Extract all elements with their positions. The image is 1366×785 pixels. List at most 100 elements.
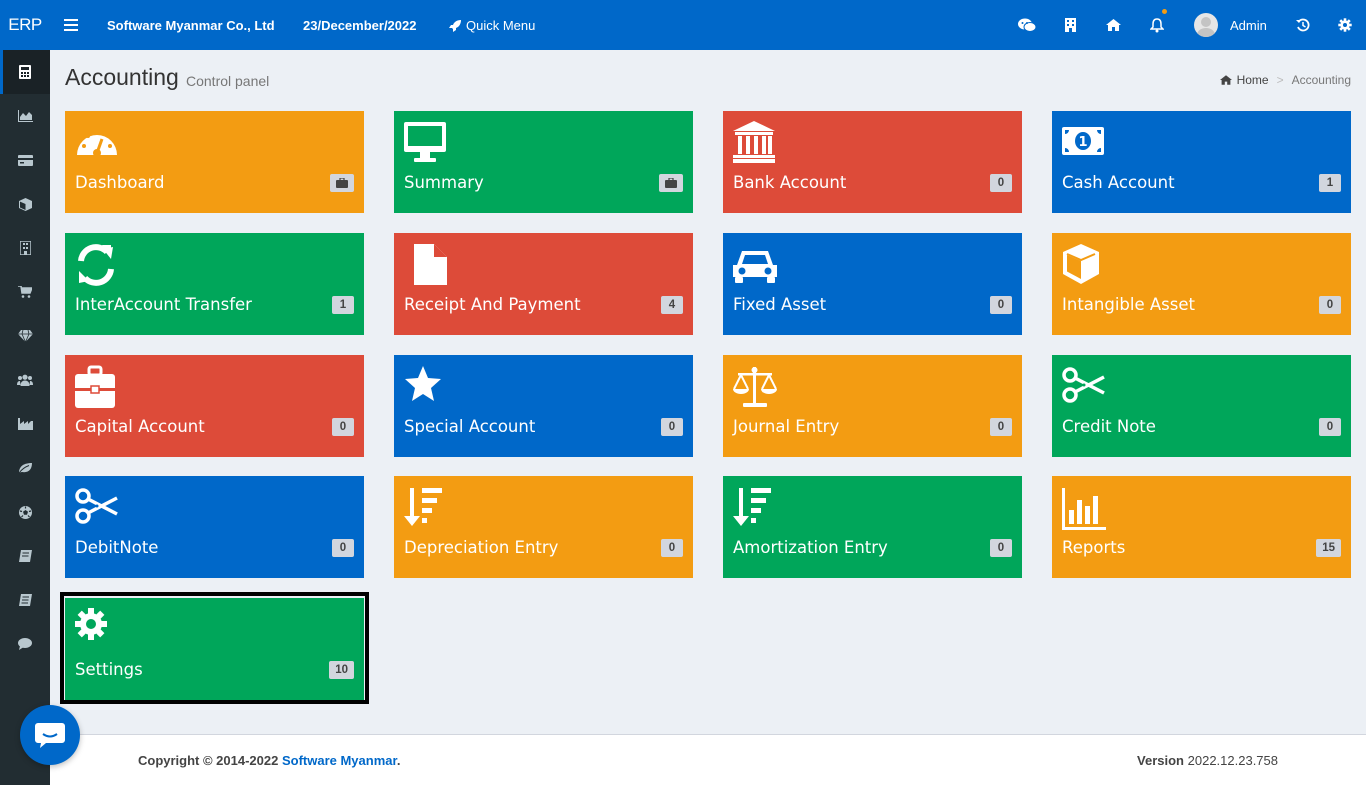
building-icon	[19, 241, 31, 255]
breadcrumb-separator: >	[1276, 73, 1284, 87]
svg-text:1: 1	[1078, 135, 1087, 150]
sidebar-item-accounting[interactable]	[0, 50, 50, 94]
sidebar-item-payments[interactable]	[0, 138, 50, 182]
tile-credit-note[interactable]: Credit Note 0	[1052, 355, 1351, 457]
tile-summary[interactable]: Summary	[394, 111, 693, 213]
comment-icon	[18, 638, 32, 650]
sidebar-item-ledger[interactable]	[0, 534, 50, 578]
copyright: Copyright © 2014-2022 Software Myanmar.	[138, 753, 400, 768]
page-subtitle: Control panel	[186, 73, 270, 89]
gear-icon	[75, 608, 107, 640]
tile-label: Bank Account	[733, 173, 847, 192]
file-icon	[414, 244, 447, 285]
sidebar-item-books[interactable]	[0, 578, 50, 622]
sidebar-item-agriculture[interactable]	[0, 446, 50, 490]
briefcase-badge	[330, 174, 354, 192]
briefcase-icon	[665, 178, 677, 188]
book-icon	[18, 550, 32, 562]
tile-badge: 0	[332, 539, 354, 557]
tile-amortization-entry[interactable]: Amortization Entry 0	[723, 476, 1022, 578]
bank-icon	[733, 121, 775, 163]
sort-amount-down-icon	[733, 488, 771, 526]
tile-badge: 15	[1316, 539, 1341, 557]
tile-capital-account[interactable]: Capital Account 0	[65, 355, 364, 457]
user-name: Admin	[1230, 17, 1267, 33]
tile-bank-account[interactable]: Bank Account 0	[723, 111, 1022, 213]
money-icon: 1	[1062, 127, 1104, 155]
dashboard-icon	[77, 130, 117, 157]
users-icon	[17, 374, 33, 386]
app-logo[interactable]: ERP	[0, 0, 50, 50]
wechat-icon[interactable]	[1015, 0, 1039, 50]
building-icon[interactable]	[1058, 0, 1082, 50]
tile-badge: 0	[990, 539, 1012, 557]
cart-icon	[18, 286, 32, 298]
current-date[interactable]: 23/December/2022	[303, 0, 416, 50]
avatar	[1194, 13, 1218, 37]
tile-label: Settings	[75, 660, 143, 679]
tile-label: Special Account	[404, 417, 536, 436]
sidebar-item-inventory[interactable]	[0, 182, 50, 226]
tile-label: Intangible Asset	[1062, 295, 1195, 314]
area-chart-icon	[17, 110, 33, 122]
tile-label: Reports	[1062, 538, 1126, 557]
tile-badge: 0	[332, 418, 354, 436]
tile-receipt-and-payment[interactable]: Receipt And Payment 4	[394, 233, 693, 335]
scale-icon	[733, 367, 777, 407]
tile-label: Cash Account	[1062, 173, 1175, 192]
tile-label: Fixed Asset	[733, 295, 827, 314]
tile-depreciation-entry[interactable]: Depreciation Entry 0	[394, 476, 693, 578]
scissors-icon	[75, 488, 118, 524]
tile-dashboard[interactable]: Dashboard	[65, 111, 364, 213]
tile-special-account[interactable]: Special Account 0	[394, 355, 693, 457]
chat-widget-button[interactable]	[20, 705, 80, 765]
rocket-icon	[449, 19, 461, 32]
quick-menu-label: Quick Menu	[466, 17, 536, 33]
tile-badge: 0	[1319, 296, 1341, 314]
user-menu[interactable]: Admin	[1194, 0, 1267, 50]
bell-icon[interactable]	[1145, 0, 1169, 50]
history-icon[interactable]	[1291, 0, 1315, 50]
tile-journal-entry[interactable]: Journal Entry 0	[723, 355, 1022, 457]
company-name[interactable]: Software Myanmar Co., Ltd	[107, 0, 275, 50]
tile-debitnote[interactable]: DebitNote 0	[65, 476, 364, 578]
version-info: Version 2022.12.23.758	[1137, 753, 1278, 768]
tile-label: Depreciation Entry	[404, 538, 559, 557]
tile-intangible-asset[interactable]: Intangible Asset 0	[1052, 233, 1351, 335]
tile-badge: 10	[329, 661, 354, 679]
tile-settings[interactable]: Settings 10	[65, 598, 364, 700]
briefcase-icon	[75, 365, 115, 408]
sidebar-item-company[interactable]	[0, 226, 50, 270]
copyright-prefix: Copyright © 2014-2022	[138, 753, 282, 768]
tile-reports[interactable]: Reports 15	[1052, 476, 1351, 578]
sidebar-item-messages[interactable]	[0, 622, 50, 666]
sidebar-item-assets[interactable]	[0, 314, 50, 358]
gear-icon[interactable]	[1333, 0, 1357, 50]
tile-badge: 0	[661, 418, 683, 436]
sidebar-item-sales[interactable]	[0, 270, 50, 314]
tile-cash-account[interactable]: 1 Cash Account 1	[1052, 111, 1351, 213]
tile-badge: 0	[990, 174, 1012, 192]
tile-label: Credit Note	[1062, 417, 1156, 436]
cube-icon	[1063, 244, 1099, 284]
sidebar-item-analytics[interactable]	[0, 94, 50, 138]
tile-fixed-asset[interactable]: Fixed Asset 0	[723, 233, 1022, 335]
sidebar-item-manufacturing[interactable]	[0, 402, 50, 446]
breadcrumb-home[interactable]: Home	[1237, 73, 1269, 87]
tile-label: Receipt And Payment	[404, 295, 581, 314]
sidebar-item-sports[interactable]	[0, 490, 50, 534]
hamburger-menu-icon[interactable]	[59, 0, 83, 50]
version-label: Version	[1137, 753, 1184, 768]
brand-link[interactable]: Software Myanmar	[282, 753, 397, 768]
chat-icon	[35, 723, 65, 748]
tile-label: Amortization Entry	[733, 538, 888, 557]
quick-menu-button[interactable]: Quick Menu	[449, 0, 535, 50]
breadcrumb-current: Accounting	[1291, 73, 1351, 87]
tile-badge: 1	[332, 296, 354, 314]
sidebar-item-hr[interactable]	[0, 358, 50, 402]
tile-badge: 4	[661, 296, 683, 314]
footer: Copyright © 2014-2022 Software Myanmar. …	[50, 734, 1366, 785]
tile-label: Capital Account	[75, 417, 205, 436]
home-icon[interactable]	[1101, 0, 1125, 50]
tile-interaccount-transfer[interactable]: InterAccount Transfer 1	[65, 233, 364, 335]
